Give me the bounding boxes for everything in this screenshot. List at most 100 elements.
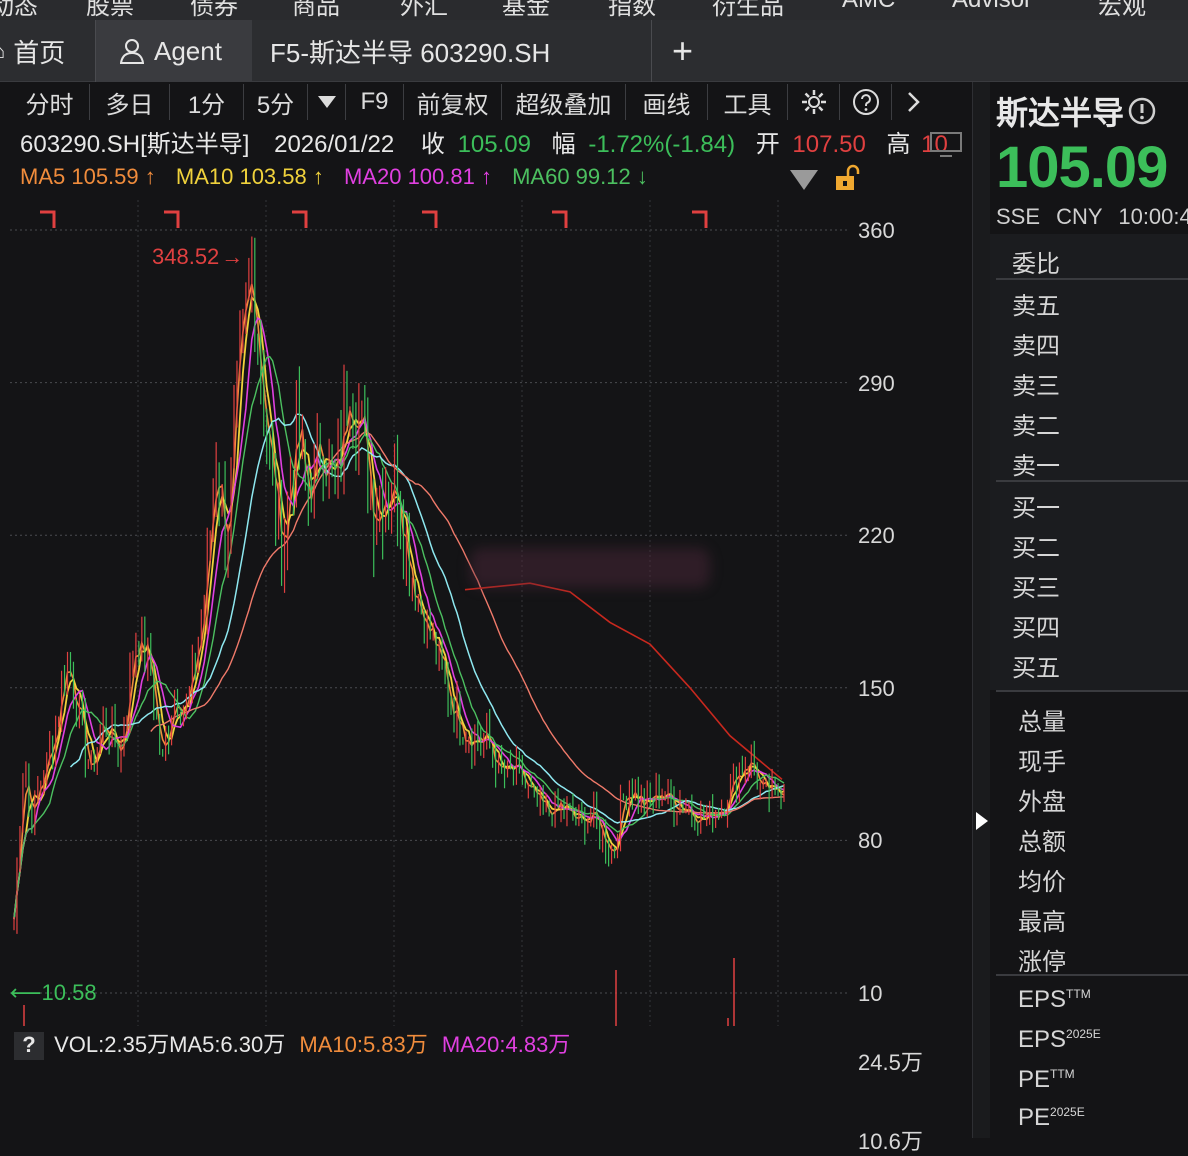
ma60-line [13, 355, 785, 920]
ask5-label: 卖五 [1012, 293, 1060, 320]
stat-total-volume: 总量 [1018, 709, 1066, 736]
bid4-label: 买四 [1012, 615, 1060, 642]
low-annotation: ⟵10.58 [10, 980, 97, 1005]
change-value: -1.72%(-1.84) [588, 131, 736, 158]
open-value: 107.50 [792, 131, 866, 158]
unlock-icon[interactable] [834, 164, 860, 192]
question-icon [852, 89, 879, 115]
ma-lines [13, 283, 785, 920]
period-marker [292, 210, 308, 228]
menu-item[interactable]: 衍生品 [712, 0, 784, 20]
watermark [470, 548, 710, 588]
eps-ttm-label: EPSTTM [1018, 986, 1091, 1013]
toolbar-tools[interactable]: 工具 [708, 84, 788, 120]
price-tick: 10 [858, 981, 883, 1006]
stat-outer-volume: 外盘 [1018, 789, 1066, 816]
tab-home[interactable]: ⌂ 首页 [0, 20, 96, 82]
divider [996, 278, 1188, 280]
exchange: SSE [996, 204, 1041, 229]
toolbar-1min[interactable]: 1分 [170, 84, 244, 120]
kline-chart[interactable] [10, 200, 850, 1026]
alert-icon[interactable] [1128, 97, 1156, 125]
order-ratio-label: 委比 [1012, 251, 1060, 278]
chart-toolbar: 分时 多日 1分 5分 F9 前复权 超级叠加 画线 工具 [10, 84, 972, 120]
stat-turnover: 总额 [1018, 829, 1066, 856]
stat-high: 最高 [1018, 909, 1066, 936]
help-button[interactable] [840, 84, 892, 120]
eps-2025e-label: EPS2025E [1018, 1026, 1101, 1053]
ma60-legend: MA60 99.12 ↓ [512, 164, 648, 189]
close-value: 105.09 [457, 131, 531, 158]
gear-icon [801, 90, 826, 114]
menu-item[interactable]: 宏观 [1098, 0, 1146, 20]
price-tick: 290 [858, 371, 895, 396]
currency: CNY [1056, 204, 1103, 229]
menu-item[interactable]: 商品 [292, 0, 340, 20]
toolbar-adjust[interactable]: 前复权 [404, 84, 502, 120]
panel-splitter[interactable] [972, 82, 990, 1138]
expand-triangle-icon[interactable] [976, 812, 988, 830]
add-tab-button[interactable]: + [672, 20, 704, 82]
toolbar-draw[interactable]: 画线 [626, 84, 708, 120]
menu-item[interactable]: 外汇 [400, 0, 448, 20]
toolbar-f9[interactable]: F9 [346, 84, 404, 120]
stock-name-row: 斯达半导 [996, 88, 1156, 134]
window-icon[interactable] [930, 132, 962, 158]
divider [996, 690, 1188, 692]
menu-item[interactable]: 股票 [86, 0, 134, 20]
ask3-label: 卖三 [1012, 373, 1060, 400]
divider [996, 974, 1188, 976]
price-tick: 80 [858, 828, 883, 853]
plus-icon: + [672, 30, 694, 71]
pe-2025e-label: PE2025E [1018, 1104, 1085, 1131]
chevron-right-icon [908, 92, 920, 112]
toolbar-5min[interactable]: 5分 [244, 84, 308, 120]
period-markers [40, 210, 708, 228]
quote-line: 603290.SH[斯达半导] 2026/01/22 收 105.09 幅 -1… [20, 124, 948, 158]
ma-longest-line [464, 582, 783, 781]
period-marker [164, 210, 180, 228]
volume-tick: 24.5万 [858, 1050, 923, 1075]
stat-avg-price: 均价 [1018, 869, 1066, 896]
bid5-label: 买五 [1012, 655, 1060, 682]
top-menu-bar: 动态 股票 债券 商品 外汇 基金 指数 衍生品 AMC Advisor 宏观 [0, 0, 1188, 20]
menu-item[interactable]: 动态 [0, 0, 38, 20]
quote-date: 2026/01/22 [274, 131, 395, 158]
market-info: SSE CNY 10:00:4 [996, 204, 1188, 230]
collapse-triangle-icon[interactable] [790, 170, 818, 190]
toolbar-intraday[interactable]: 分时 [10, 84, 90, 120]
ma20-legend: MA20 100.81 ↑ [343, 164, 492, 189]
settings-button[interactable] [788, 84, 840, 120]
menu-item[interactable]: Advisor [952, 0, 1032, 14]
more-button[interactable] [892, 84, 936, 120]
toolbar-overlay[interactable]: 超级叠加 [502, 84, 626, 120]
tab-stock[interactable]: F5-斯达半导 603290.SH [252, 20, 652, 82]
high-label: 高 [886, 131, 911, 158]
stat-last-lot: 现手 [1018, 749, 1066, 776]
menu-item[interactable]: 债券 [190, 0, 238, 20]
ma20-line [13, 316, 785, 920]
volume-ma10: MA10:5.83万 [299, 1032, 428, 1057]
tab-agent[interactable]: Agent [96, 20, 252, 82]
low-annotation-value: 10.58 [41, 980, 97, 1005]
toolbar-multiday[interactable]: 多日 [90, 84, 170, 120]
tab-stock-label: F5-斯达半导 603290.SH [270, 37, 551, 68]
ma10-line [13, 295, 785, 920]
menu-item[interactable]: AMC [842, 0, 895, 14]
volume-tick: 10.6万 [858, 1129, 923, 1154]
divider [996, 480, 1188, 482]
ma5-legend: MA5 105.59 ↑ [20, 164, 156, 189]
ma10-legend: MA10 103.58 ↑ [175, 164, 324, 189]
period-marker [422, 210, 438, 228]
change-label: 幅 [551, 131, 576, 158]
home-icon: ⌂ [0, 38, 5, 64]
volume-help-button[interactable]: ? [14, 1032, 44, 1060]
menu-item[interactable]: 基金 [502, 0, 550, 20]
close-label: 收 [420, 131, 445, 158]
menu-item[interactable]: 指数 [608, 0, 656, 20]
period-dropdown[interactable] [308, 84, 346, 120]
volume-value: VOL:2.35万 [54, 1032, 170, 1057]
period-marker [40, 210, 56, 228]
bid3-label: 买三 [1012, 575, 1060, 602]
quote-time: 10:00:4 [1118, 204, 1188, 229]
